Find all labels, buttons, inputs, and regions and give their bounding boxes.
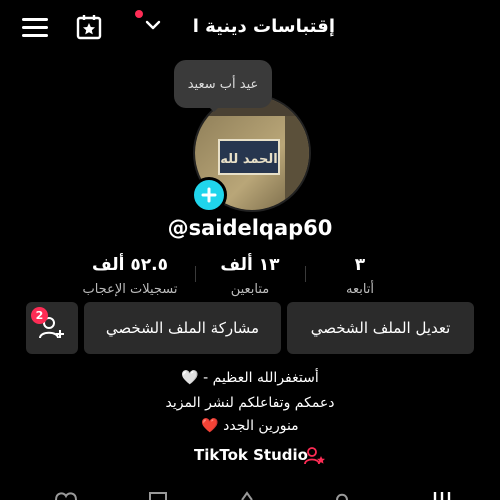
person-star-icon[interactable]	[304, 446, 326, 466]
share-profile-button[interactable]: مشاركة الملف الشخصي	[84, 302, 281, 354]
stat-divider	[305, 266, 306, 282]
add-avatar-button[interactable]	[191, 177, 227, 213]
edit-profile-button[interactable]: تعديل الملف الشخصي	[287, 302, 474, 354]
heart-tab-icon[interactable]	[54, 490, 78, 500]
bubble-tail	[206, 104, 222, 112]
tiktok-studio-link[interactable]: TikTok Studio	[194, 446, 308, 464]
lock-tab-icon[interactable]	[333, 491, 351, 500]
notification-badge: 2	[31, 307, 48, 324]
status-bubble[interactable]: عيد أب سعيد	[174, 60, 272, 108]
bio-line-2: دعمكم وتفاعلكم لنشر المزيد	[165, 395, 335, 411]
stat-divider	[195, 266, 196, 282]
menu-icon[interactable]	[22, 18, 48, 38]
username: @saidelqap60	[167, 216, 333, 240]
followers-count[interactable]: ١٣ ألف	[195, 255, 305, 275]
following-count[interactable]: ٣	[305, 255, 415, 275]
chevron-down-icon[interactable]	[144, 18, 162, 32]
repost-tab-icon[interactable]	[238, 490, 260, 500]
plus-icon	[201, 187, 217, 203]
avatar-image-text: الحمد لله	[220, 152, 278, 167]
grid-tab-icon[interactable]	[432, 490, 452, 500]
bio-line-3: منورين الجدد ❤️	[201, 418, 299, 434]
bio-line-1: أستغفرالله العظيم - 🤍	[181, 370, 319, 386]
following-label[interactable]: أتابعه	[305, 282, 415, 297]
notification-dot	[135, 10, 143, 18]
likes-count[interactable]: ٥٢.٥ ألف	[75, 255, 185, 275]
page-title[interactable]: إقتباسات دينية ا	[193, 16, 335, 37]
followers-label[interactable]: متابعين	[195, 282, 305, 297]
calendar-star-icon[interactable]	[76, 14, 102, 40]
likes-label[interactable]: تسجيلات الإعجاب	[75, 282, 185, 297]
bookmark-tab-icon[interactable]	[148, 491, 168, 500]
